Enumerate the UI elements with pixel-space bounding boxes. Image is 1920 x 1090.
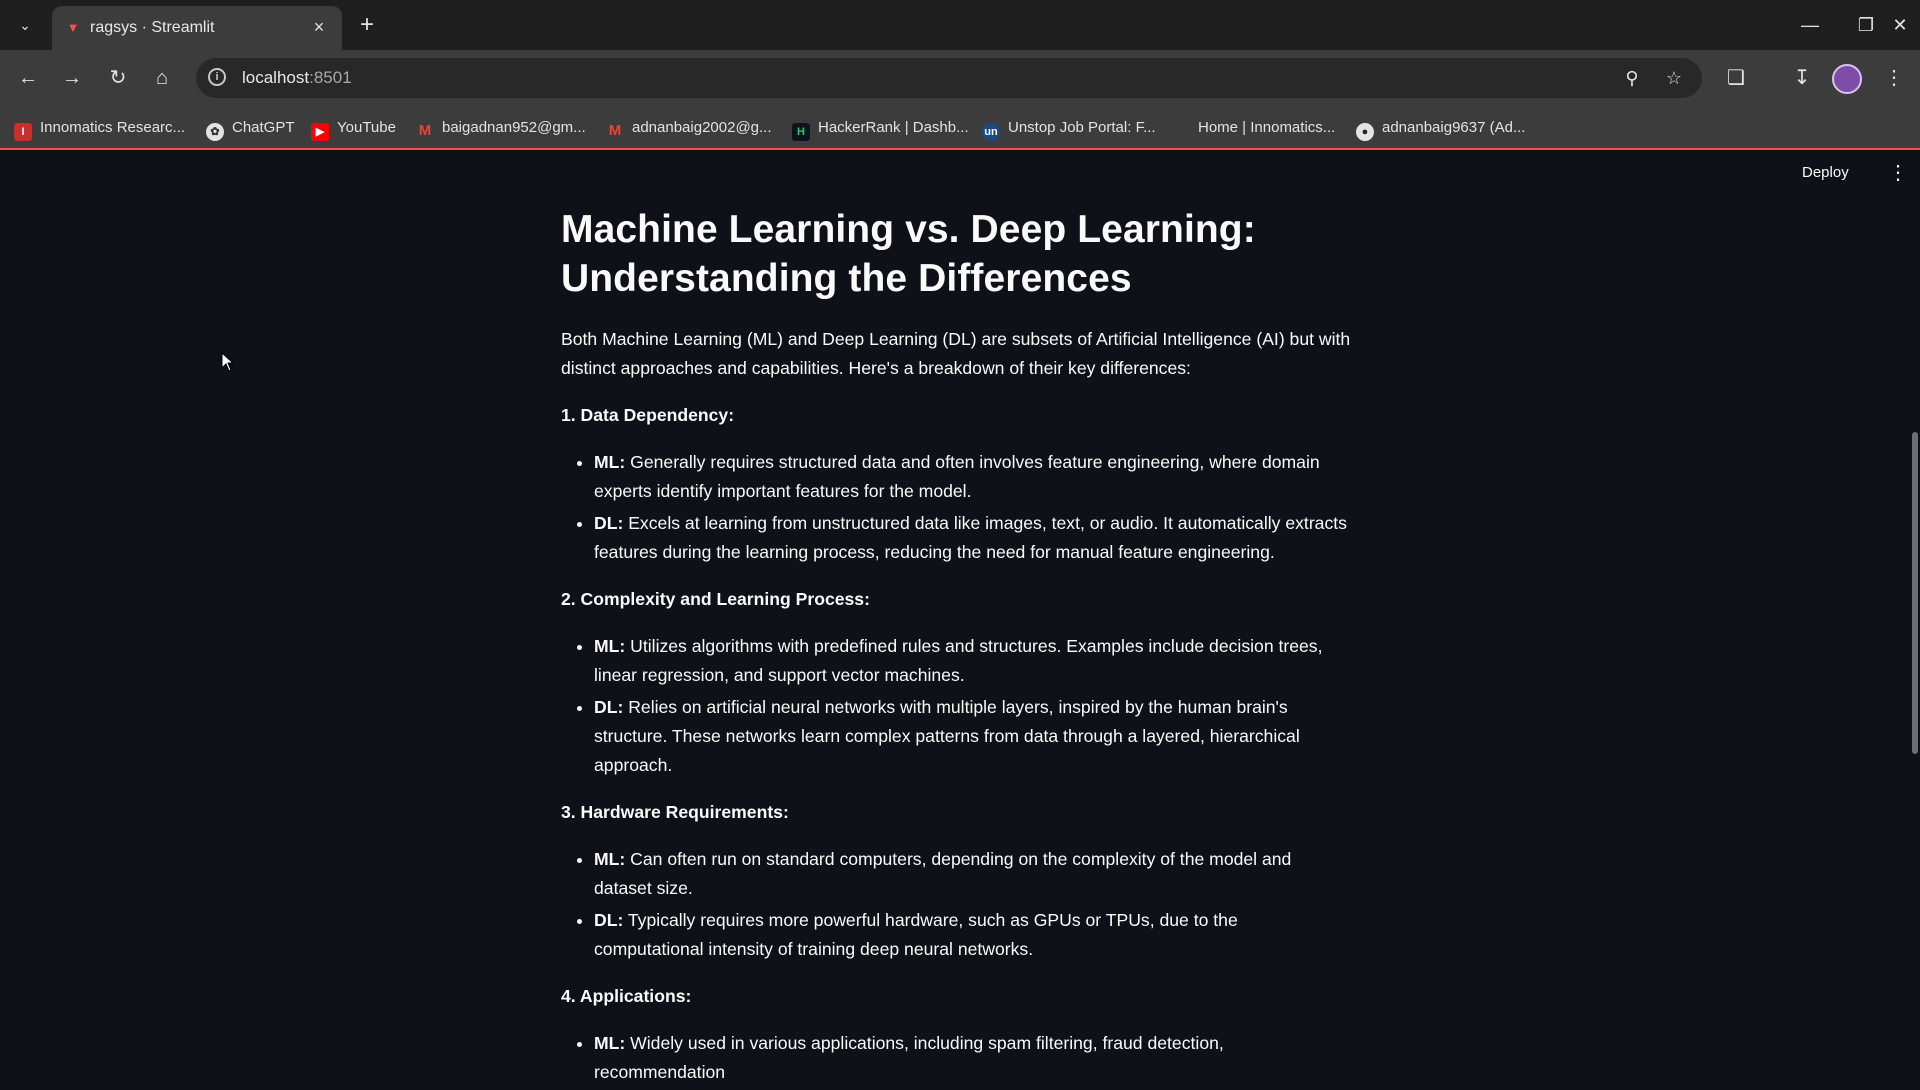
main-content: Machine Learning vs. Deep Learning: Unde… [561,205,1351,1090]
bookmark-innomatics[interactable]: I Innomatics Researc... [14,117,185,141]
innomatics-icon: I [14,123,32,141]
bullet-list: ML: Widely used in various applications,… [561,1029,1351,1087]
zoom-icon[interactable]: ⚲ [1620,66,1644,90]
home-icon[interactable]: ⌂ [148,64,176,92]
browser-menu-icon[interactable]: ⋮ [1880,64,1908,92]
gmail-icon: M [608,122,622,139]
list-item: ML: Can often run on standard computers,… [594,845,1351,903]
new-tab-icon[interactable]: + [354,12,380,38]
bookmark-unstop[interactable]: un Unstop Job Portal: F... [982,117,1156,141]
bookmark-github[interactable]: ● adnanbaig9637 (Ad... [1356,117,1525,141]
streamlit-header: Deploy ⋮ [0,150,1920,206]
download-icon[interactable]: ↧ [1788,64,1816,92]
list-item: ML: Widely used in various applications,… [594,1029,1351,1087]
streamlit-favicon-icon: ▼ [66,20,80,35]
tab-search-icon[interactable]: ⌄ [14,14,36,36]
bullet-list: ML: Generally requires structured data a… [561,448,1351,567]
tab-strip: ⌄ ▼ ragsys · Streamlit × + — ❐ ✕ [0,0,1920,50]
main-menu-icon[interactable]: ⋮ [1888,160,1908,186]
mouse-cursor-icon [221,352,235,372]
bookmark-gmail-2[interactable]: Madnanbaig2002@g... [606,117,772,139]
reload-icon[interactable]: ↻ [104,64,132,92]
hackerrank-icon: H [792,123,810,141]
list-item: ML: Utilizes algorithms with predefined … [594,632,1351,690]
browser-toolbar: ← → ↻ ⌂ i localhost:8501 ⚲ ☆ ❏ ↧ ⋮ [0,50,1920,106]
close-tab-icon[interactable]: × [308,16,330,38]
intro-paragraph: Both Machine Learning (ML) and Deep Lear… [561,329,1351,378]
page-title: Machine Learning vs. Deep Learning: Unde… [561,208,1256,300]
url-text[interactable]: localhost:8501 [242,68,352,88]
back-icon[interactable]: ← [14,64,42,92]
bookmark-innomatics-home[interactable]: Home | Innomatics... [1172,117,1335,139]
close-window-icon[interactable]: ✕ [1880,10,1920,40]
bullet-list: ML: Can often run on standard computers,… [561,845,1351,964]
bullet-list: ML: Utilizes algorithms with predefined … [561,632,1351,780]
address-bar[interactable]: i localhost:8501 ⚲ ☆ [196,58,1702,98]
deploy-button[interactable]: Deploy [1802,164,1849,181]
bookmark-youtube[interactable]: ▶ YouTube [311,117,396,141]
chatgpt-icon: ✿ [206,123,224,141]
gmail-icon: M [418,122,432,139]
section-heading: 1. Data Dependency: [561,405,735,425]
extensions-icon[interactable]: ❏ [1722,64,1750,92]
blank-icon [1172,117,1190,135]
section-heading: 2. Complexity and Learning Process: [561,589,870,609]
site-info-icon[interactable]: i [208,68,226,86]
list-item: DL: Relies on artificial neural networks… [594,693,1351,780]
profile-avatar[interactable] [1832,64,1862,94]
forward-icon[interactable]: → [58,64,86,92]
bookmark-gmail-1[interactable]: Mbaigadnan952@gm... [416,117,586,139]
browser-tab[interactable]: ▼ ragsys · Streamlit × [52,6,342,50]
bookmarks-bar: I Innomatics Researc... ✿ ChatGPT ▶ YouTube… [0,106,1920,150]
tab-title: ragsys · Streamlit [90,19,215,36]
bookmark-chatgpt[interactable]: ✿ ChatGPT [206,117,295,141]
bookmark-hackerrank[interactable]: H HackerRank | Dashb... [792,117,969,141]
page-scrollbar[interactable] [1912,432,1918,754]
list-item: DL: Typically requires more powerful har… [594,906,1351,964]
section-heading: 3. Hardware Requirements: [561,802,789,822]
list-item: DL: Excels at learning from unstructured… [594,509,1351,567]
minimize-icon[interactable]: — [1790,10,1830,40]
unstop-icon: un [982,123,1000,141]
bookmark-star-icon[interactable]: ☆ [1662,66,1686,90]
youtube-icon: ▶ [311,123,329,141]
section-heading: 4. Applications: [561,986,692,1006]
list-item: ML: Generally requires structured data a… [594,448,1351,506]
github-icon: ● [1356,123,1374,141]
